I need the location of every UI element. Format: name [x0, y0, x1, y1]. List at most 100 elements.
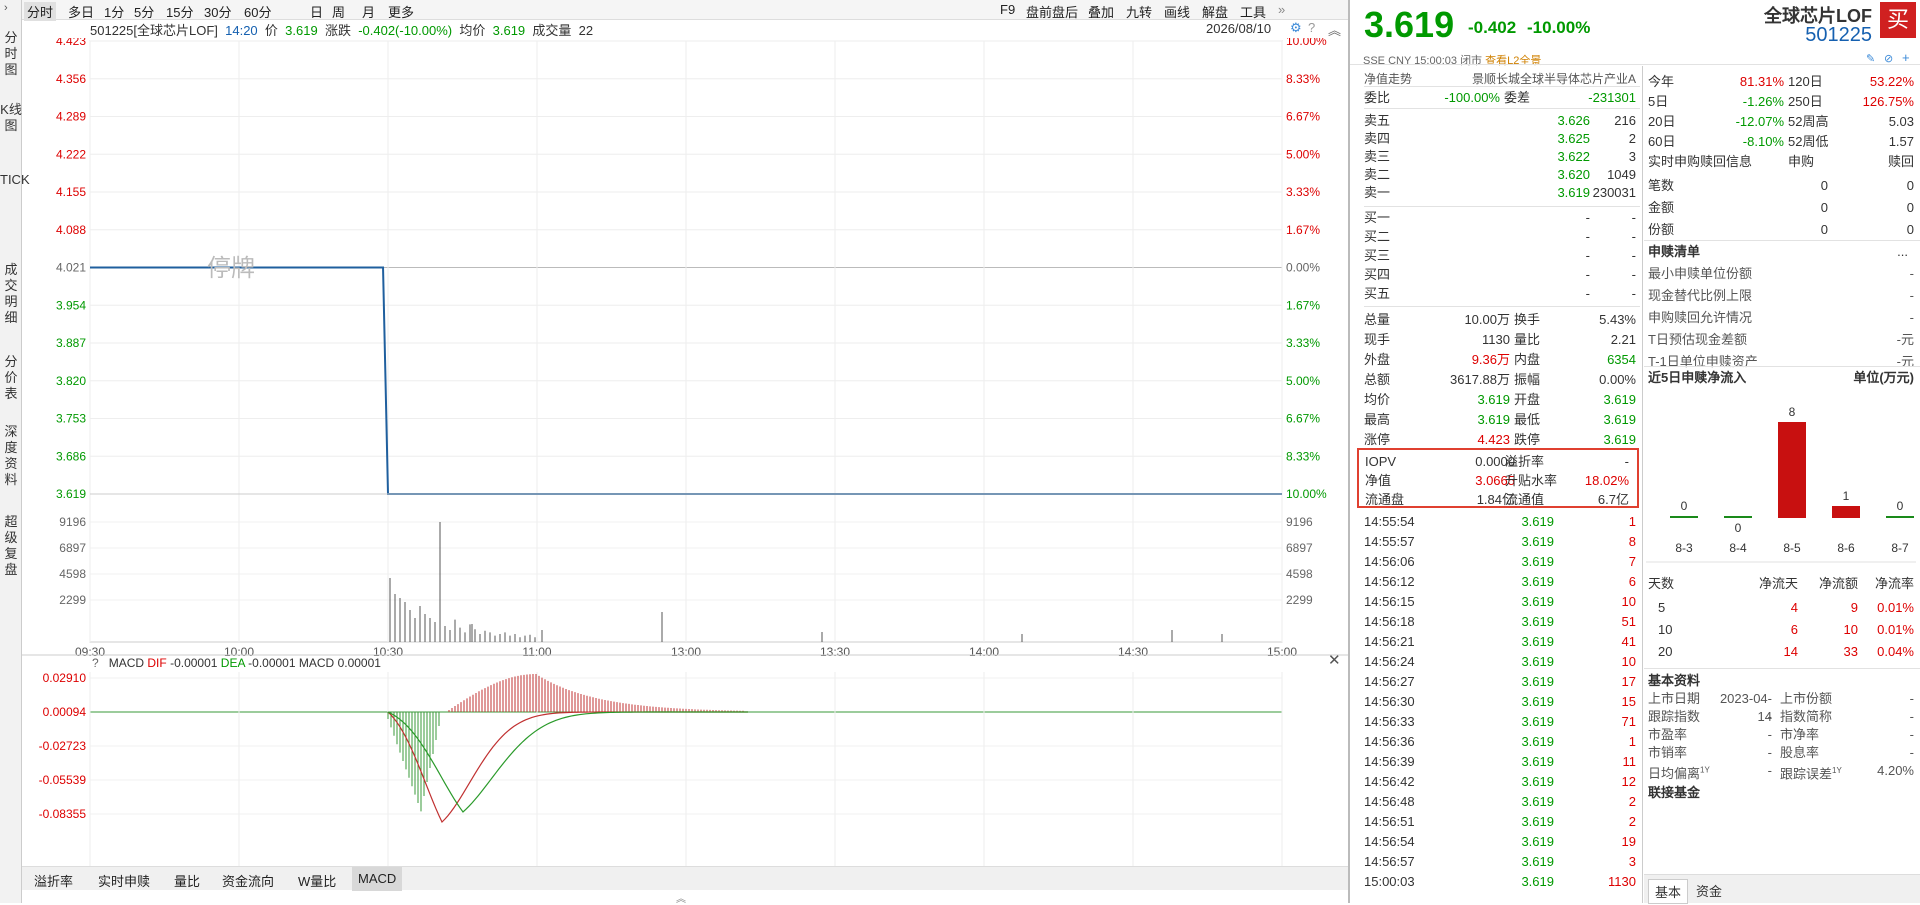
view-tab-tick[interactable]: TICK [0, 172, 30, 244]
tool-overlay[interactable]: 叠加 [1088, 2, 1114, 21]
indicator-tabs: 溢折率 实时申赎 量比 资金流向 W量比 MACD [22, 866, 1348, 891]
perf-label: 60日 [1648, 134, 1676, 149]
stat-row: 总额 3617.88万 振幅 0.00% [1364, 370, 1640, 390]
divider [1350, 64, 1920, 65]
period-1min[interactable]: 1分 [104, 2, 124, 21]
settings-icon[interactable]: ⚙ [1290, 20, 1302, 36]
y-tick-label: 3.686 [56, 449, 86, 463]
period-week[interactable]: 周 [332, 2, 345, 21]
period-more[interactable]: 更多 [388, 2, 414, 21]
tick-time: 14:56:57 [1364, 854, 1415, 869]
tool-draw[interactable]: 画线 [1164, 2, 1190, 21]
basic-label: 日均偏离1Y [1648, 766, 1710, 782]
related-fund-title: 联接基金 [1648, 785, 1701, 800]
tab-funds[interactable]: 资金 [1690, 881, 1728, 900]
view-tab-replay[interactable]: 超级复盘 [0, 514, 22, 586]
stat-row: 外盘 9.36万 内盘 6354 [1364, 350, 1640, 370]
period-month[interactable]: 月 [362, 2, 375, 21]
macd-help-icon[interactable]: ? [92, 656, 99, 670]
weibi-row: 委比 -100.00% 委差 -231301 [1364, 88, 1640, 107]
period-timeshare[interactable]: 分时 [24, 2, 57, 21]
tab-basic[interactable]: 基本 [1648, 879, 1689, 904]
tick-row: 14:56:42 3.619 12 [1364, 772, 1640, 792]
help-icon[interactable]: ? [1308, 20, 1315, 35]
bid-label: 买五 [1364, 286, 1391, 301]
bid-row: 买二 - - [1364, 227, 1640, 246]
l2-link[interactable]: 查看L2全景 [1485, 55, 1541, 67]
flow-bar-chart: 0 8-3 0 8-4 8 8-5 1 8-6 0 8-7 [1646, 405, 1916, 563]
price-label: 价 [264, 23, 278, 38]
view-tab-kline[interactable]: K线图 [0, 102, 22, 158]
tick-row: 14:56:57 3.619 3 [1364, 852, 1640, 872]
intraday-chart[interactable]: 4.423 10.00% 4.356 8.33% 4.289 6.67% 4.222 5.00… [22, 38, 1348, 866]
flow-bar [1832, 506, 1860, 518]
macd-tick-label: 0.02910 [43, 671, 87, 685]
view-tab-depth[interactable]: 深度资料 [0, 424, 22, 496]
bid-price: - [1585, 267, 1590, 282]
tab-w-volume-ratio[interactable]: W量比 [292, 871, 342, 890]
y-tick-label: 3.887 [56, 336, 86, 350]
flow-value: 9 [1850, 600, 1858, 615]
iopv-value: - [1624, 454, 1629, 469]
tick-time: 15:00:03 [1364, 874, 1415, 889]
list-row: T日预估现金差额 -元 [1648, 330, 1914, 350]
tab-capital-flow[interactable]: 资金流向 [216, 871, 280, 890]
list-label: 最小申赎单位份额 [1648, 266, 1753, 281]
flow-bar-value: 0 [1735, 521, 1742, 535]
tool-analysis[interactable]: 解盘 [1202, 2, 1228, 21]
view-tab-price-table[interactable]: 分价表 [0, 354, 22, 410]
y-tick-right-label: 0.00% [1286, 261, 1320, 275]
tick-row: 14:56:54 3.619 19 [1364, 832, 1640, 852]
tool-f9[interactable]: F9 [1000, 2, 1015, 17]
tab-premium[interactable]: 溢折率 [28, 871, 79, 890]
list-value: -元 [1896, 332, 1914, 347]
iopv-row: 净值 3.0665 升贴水率 18.02% [1365, 471, 1631, 490]
tick-volume: 7 [1628, 554, 1636, 569]
tick-row: 14:56:18 3.619 51 [1364, 612, 1640, 632]
tick-row: 14:56:24 3.619 10 [1364, 652, 1640, 672]
basic-row: 日均偏离1Y - 跟踪误差1Y 4.20% [1648, 762, 1914, 782]
y-tick-right-label: 1.67% [1286, 298, 1320, 312]
perf-label: 20日 [1648, 114, 1676, 129]
buy-button[interactable]: 买 [1880, 2, 1916, 38]
trade-status: 闭市 [1460, 55, 1483, 67]
close-macd-icon[interactable]: ✕ [1328, 651, 1341, 669]
tick-volume: 8 [1628, 534, 1636, 549]
period-multiday[interactable]: 多日 [68, 2, 94, 21]
list-label: 申购赎回允许情况 [1648, 310, 1753, 325]
tab-macd[interactable]: MACD [352, 867, 403, 891]
period-day[interactable]: 日 [310, 2, 323, 21]
iopv-label: 溢折率 [1505, 454, 1545, 469]
expand-arrow-icon[interactable]: › [4, 2, 8, 14]
view-tab-timeshare[interactable]: 分时图 [0, 30, 22, 86]
period-60min[interactable]: 60分 [244, 2, 271, 21]
basic-row: 上市日期 2023-04-14 上市份额 - [1648, 690, 1914, 724]
double-chevron-up-icon[interactable]: ︽ [1328, 20, 1341, 39]
iopv-value: 0.0000 [1475, 454, 1515, 469]
tab-realtime-subscription[interactable]: 实时申赎 [92, 871, 156, 890]
fund-code: 501225 [1805, 24, 1872, 46]
tick-price: 3.619 [1521, 734, 1554, 749]
stat-label: 外盘 [1364, 352, 1391, 367]
tick-price: 3.619 [1521, 854, 1554, 869]
tool-tools[interactable]: 工具 [1240, 2, 1266, 21]
period-15min[interactable]: 15分 [166, 2, 193, 21]
add-icon[interactable]: + [1902, 50, 1910, 65]
tool-jiuzhuan[interactable]: 九转 [1126, 2, 1152, 21]
stat-value: 3617.88万 [1450, 372, 1510, 387]
tab-volume-ratio[interactable]: 量比 [168, 871, 206, 890]
period-5min[interactable]: 5分 [134, 2, 154, 21]
flow-bar [1886, 516, 1914, 518]
period-30min[interactable]: 30分 [204, 2, 231, 21]
x-tick-label: 15:00 [1267, 645, 1297, 659]
tick-volume: 6 [1628, 574, 1636, 589]
y-tick-right-label: 5.00% [1286, 147, 1320, 161]
tool-premarket[interactable]: 盘前盘后 [1026, 2, 1078, 21]
view-tab-trade-detail[interactable]: 成交明细 [0, 262, 22, 334]
macd-tick-label: -0.08355 [39, 807, 87, 821]
perf-value: 1.57 [1888, 134, 1914, 149]
ask-volume: 216 [1614, 113, 1636, 128]
chg-label: 涨跌 [324, 23, 351, 38]
flow-value: 0.04% [1877, 644, 1914, 659]
double-chevron-right-icon[interactable]: » [1278, 2, 1285, 17]
